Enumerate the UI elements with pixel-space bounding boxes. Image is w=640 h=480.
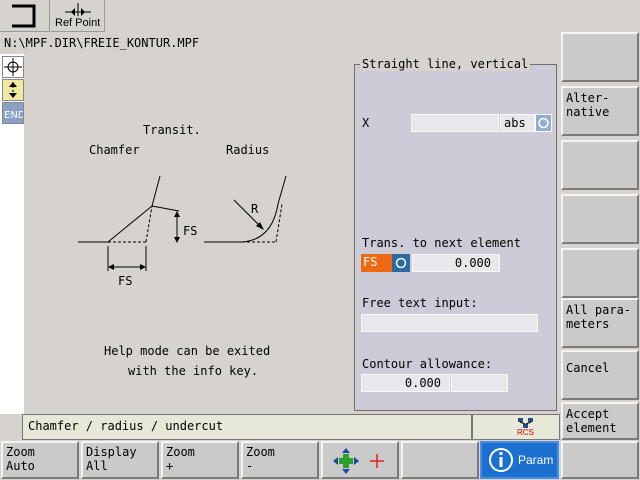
allowance-input[interactable]: 0.000 [361, 374, 450, 392]
zoom-minus-label: Zoom - [246, 445, 275, 473]
vertical-arrows-icon [2, 79, 24, 101]
param-button[interactable]: Param [480, 441, 559, 479]
help-exit-line2: with the info key. [128, 364, 259, 378]
softkey-bottom-6[interactable] [401, 441, 479, 479]
help-exit-line1: Help mode can be exited [104, 344, 271, 358]
softkey-bottom-8[interactable] [561, 441, 639, 479]
alternative-label: Alter- native [566, 91, 610, 119]
zoom-auto-label: Zoom Auto [6, 445, 35, 473]
back-button[interactable] [0, 0, 50, 32]
accept-element-label: Accept element [566, 407, 617, 435]
ref-point-button[interactable]: Ref Point [51, 0, 105, 32]
trans-label: Trans. to next element [362, 236, 521, 250]
move-view-button[interactable] [321, 441, 399, 479]
zoom-plus-label: Zoom + [166, 445, 195, 473]
softkey-right-4[interactable] [561, 194, 639, 244]
help-fs-right-label: FS [183, 224, 198, 238]
allowance-unit-field [451, 374, 508, 392]
softkey-right-5[interactable] [561, 248, 639, 298]
display-all-label: Display All [86, 445, 137, 473]
free-text-input[interactable] [361, 314, 538, 332]
target-icon [2, 56, 24, 78]
x-label: X [362, 116, 370, 130]
trans-value-input[interactable]: 0.000 [412, 254, 500, 272]
ref-point-label: Ref Point [55, 17, 101, 29]
status-message: Chamfer / radius / undercut [22, 414, 472, 440]
zoom-plus-button[interactable]: Zoom + [161, 441, 239, 479]
zoom-auto-button[interactable]: Zoom Auto [1, 441, 79, 479]
x-input[interactable] [411, 114, 499, 132]
help-r-label: R [251, 202, 259, 216]
free-text-label: Free text input: [362, 296, 478, 310]
move-cross-icon [333, 448, 384, 474]
program-path: N:\MPF.DIR\FREIE_KONTUR.MPF [0, 32, 560, 54]
transition-diagram [78, 175, 287, 271]
display-all-button[interactable]: Display All [81, 441, 159, 479]
help-fs-bottom-label: FS [118, 274, 133, 288]
rcs-label: RCS [517, 428, 534, 437]
softkey-right-3[interactable] [561, 140, 639, 190]
all-parameters-button[interactable]: All para- meters [561, 298, 639, 348]
toggle-icon [538, 117, 549, 129]
alternative-button[interactable]: Alter- native [561, 86, 639, 136]
trans-mode-field[interactable]: FS [361, 254, 392, 272]
left-icon-strip: END [0, 54, 26, 414]
x-unit-toggle[interactable] [535, 114, 552, 132]
toggle-icon [395, 257, 407, 269]
end-icon: END [2, 102, 26, 124]
cancel-button[interactable]: Cancel [561, 350, 639, 400]
accept-element-button[interactable]: Accept element [561, 402, 639, 440]
zoom-minus-button[interactable]: Zoom - [241, 441, 319, 479]
x-unit-field[interactable]: abs [500, 114, 535, 132]
all-parameters-label: All para- meters [566, 303, 632, 331]
panel-title: Straight line, vertical [360, 57, 531, 71]
info-icon [489, 448, 513, 472]
svg-text:END: END [4, 110, 23, 121]
softkey-right-1[interactable] [561, 32, 639, 82]
ref-point-icon [65, 3, 91, 16]
rcs-status: RCS [472, 414, 560, 440]
bracket-icon [12, 4, 36, 28]
allowance-label: Contour allowance: [362, 357, 493, 371]
param-label: Param [518, 453, 554, 467]
cancel-label: Cancel [566, 361, 610, 375]
trans-mode-toggle[interactable] [392, 254, 410, 272]
